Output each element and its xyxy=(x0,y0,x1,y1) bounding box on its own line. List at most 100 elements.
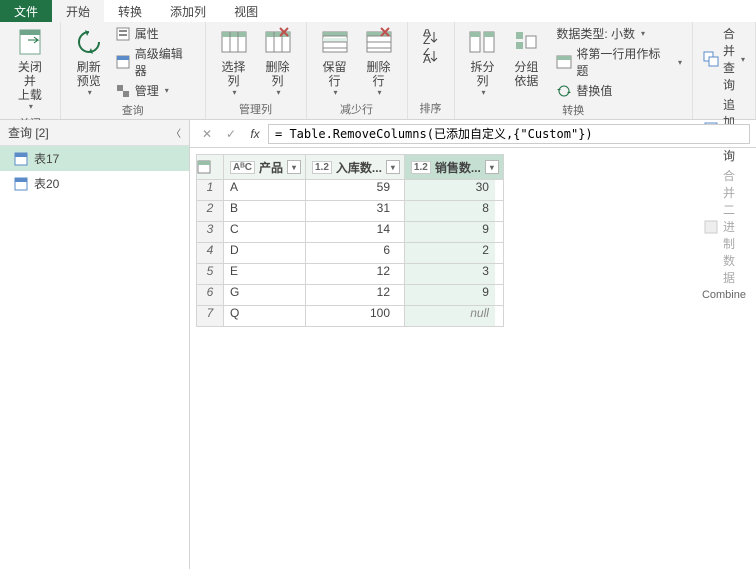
row-header[interactable]: 5 xyxy=(197,264,223,284)
row-header[interactable]: 7 xyxy=(197,306,223,326)
filter-button[interactable]: ▾ xyxy=(485,160,499,174)
table-cell[interactable]: A xyxy=(224,180,304,200)
tab-view[interactable]: 视图 xyxy=(220,0,272,22)
group-sort: AZ ZA 排序 xyxy=(408,22,455,119)
table-cell[interactable]: D xyxy=(224,243,304,263)
group-by-icon xyxy=(510,26,542,58)
ribbon-tabs: 文件 开始 转换 添加列 视图 xyxy=(0,0,756,22)
row-header[interactable]: 4 xyxy=(197,243,223,263)
query-item[interactable]: 表20 xyxy=(0,171,189,196)
table-cell[interactable]: 9 xyxy=(405,285,495,305)
merge-icon xyxy=(703,51,719,67)
table-cell[interactable]: 6 xyxy=(306,243,396,263)
query-item-label: 表17 xyxy=(34,150,59,167)
sort-desc-icon: ZA xyxy=(422,48,440,64)
table-cell[interactable]: null xyxy=(405,306,495,326)
remove-rows-icon xyxy=(363,26,395,58)
dropdown-arrow-icon: ▾ xyxy=(641,29,645,38)
advanced-editor-button[interactable]: 高级编辑器 xyxy=(111,44,199,80)
use-first-row-header-button[interactable]: 将第一行用作标题 ▾ xyxy=(552,44,686,80)
type-icon: 1.2 xyxy=(411,161,431,174)
properties-label: 属性 xyxy=(135,25,159,42)
svg-text:A: A xyxy=(423,52,431,64)
group-manage-columns: 选择 列 ▾ 删除 列 ▾ 管理列 xyxy=(206,22,307,119)
advanced-editor-label: 高级编辑器 xyxy=(135,45,195,79)
merge-queries-button[interactable]: 合并查询 ▾ xyxy=(699,24,749,94)
column-name: 产品 xyxy=(259,159,283,176)
table-cell[interactable]: 2 xyxy=(405,243,495,263)
table-cell[interactable]: Q xyxy=(224,306,304,326)
group-by-button[interactable]: 分组 依据 xyxy=(504,24,548,90)
tab-file[interactable]: 文件 xyxy=(0,0,52,22)
refresh-preview-button[interactable]: 刷新 预览 ▾ xyxy=(67,24,111,99)
tab-transform[interactable]: 转换 xyxy=(104,0,156,22)
close-and-load-button[interactable]: 关闭并 上载 ▾ xyxy=(6,24,54,113)
sort-desc-button[interactable]: ZA xyxy=(418,47,444,65)
split-column-label: 拆分 列 xyxy=(470,60,494,88)
remove-rows-button[interactable]: 删除 行 ▾ xyxy=(357,24,401,99)
column-header[interactable]: 1.2销售数...▾ xyxy=(405,155,503,179)
properties-icon xyxy=(115,26,131,42)
close-load-label: 关闭并 上载 xyxy=(12,60,48,102)
table-cell[interactable]: 12 xyxy=(306,264,396,284)
advanced-editor-icon xyxy=(115,54,131,70)
filter-button[interactable]: ▾ xyxy=(287,160,301,174)
choose-columns-button[interactable]: 选择 列 ▾ xyxy=(212,24,256,99)
row-header[interactable]: 2 xyxy=(197,201,223,221)
manage-button[interactable]: 管理 ▾ xyxy=(111,81,199,100)
data-type-button[interactable]: 数据类型: 小数 ▾ xyxy=(552,24,686,43)
table-cell[interactable]: 59 xyxy=(306,180,396,200)
chevron-left-icon: 〈 xyxy=(171,125,181,140)
group-label-sort: 排序 xyxy=(408,98,454,119)
queries-panel: 查询 [2] 〈 表17 表20 xyxy=(0,120,190,569)
keep-rows-button[interactable]: 保留 行 ▾ xyxy=(313,24,357,99)
dropdown-arrow-icon: ▾ xyxy=(233,88,237,97)
ribbon: 关闭并 上载 ▾ 关闭 刷新 预览 ▾ 属性 高级编 xyxy=(0,22,756,120)
table-cell[interactable]: 31 xyxy=(306,201,396,221)
table-cell[interactable]: E xyxy=(224,264,304,284)
queries-header[interactable]: 查询 [2] 〈 xyxy=(0,120,189,146)
row-header[interactable]: 6 xyxy=(197,285,223,305)
table-cell[interactable]: 8 xyxy=(405,201,495,221)
keep-rows-icon xyxy=(319,26,351,58)
replace-values-button[interactable]: 替换值 xyxy=(552,81,686,100)
formula-input[interactable] xyxy=(268,124,750,144)
table-cell[interactable]: 30 xyxy=(405,180,495,200)
column-header[interactable]: AᴮC产品▾ xyxy=(224,155,305,179)
sort-asc-icon: AZ xyxy=(422,29,440,45)
properties-button[interactable]: 属性 xyxy=(111,24,199,43)
group-by-label: 分组 依据 xyxy=(514,60,538,88)
split-column-button[interactable]: 拆分 列 ▾ xyxy=(461,24,505,99)
table-cell[interactable]: 3 xyxy=(405,264,495,284)
column-header[interactable]: 1.2入库数...▾ xyxy=(306,155,404,179)
formula-cancel-button[interactable]: ✕ xyxy=(196,123,218,145)
group-label-reducerow: 减少行 xyxy=(307,99,407,120)
type-icon: 1.2 xyxy=(312,161,332,174)
table-cell[interactable]: B xyxy=(224,201,304,221)
main-area: ✕ ✓ fx AᴮC产品▾1.2入库数...▾1.2销售数...▾ 1A5930… xyxy=(190,120,756,569)
remove-columns-button[interactable]: 删除 列 ▾ xyxy=(256,24,300,99)
dropdown-arrow-icon: ▾ xyxy=(334,88,338,97)
tab-addcolumn[interactable]: 添加列 xyxy=(156,0,220,22)
table-cell[interactable]: 100 xyxy=(306,306,396,326)
dropdown-arrow-icon: ▾ xyxy=(378,88,382,97)
dropdown-arrow-icon: ▾ xyxy=(88,88,92,97)
dropdown-arrow-icon: ▾ xyxy=(741,55,745,64)
table-cell[interactable]: 9 xyxy=(405,222,495,242)
filter-button[interactable]: ▾ xyxy=(386,160,400,174)
row-header[interactable]: 1 xyxy=(197,180,223,200)
query-item[interactable]: 表17 xyxy=(0,146,189,171)
table-cell[interactable]: 12 xyxy=(306,285,396,305)
group-close: 关闭并 上载 ▾ 关闭 xyxy=(0,22,61,119)
row-header[interactable]: 3 xyxy=(197,222,223,242)
query-item-label: 表20 xyxy=(34,175,59,192)
table-cell[interactable]: C xyxy=(224,222,304,242)
dropdown-arrow-icon: ▾ xyxy=(165,86,169,95)
table-cell[interactable]: 14 xyxy=(306,222,396,242)
sort-asc-button[interactable]: AZ xyxy=(418,28,444,46)
table-cell[interactable]: G xyxy=(224,285,304,305)
tab-home[interactable]: 开始 xyxy=(52,0,104,22)
table-corner-icon[interactable] xyxy=(197,155,223,179)
formula-commit-button[interactable]: ✓ xyxy=(220,123,242,145)
svg-text:Z: Z xyxy=(423,33,430,45)
